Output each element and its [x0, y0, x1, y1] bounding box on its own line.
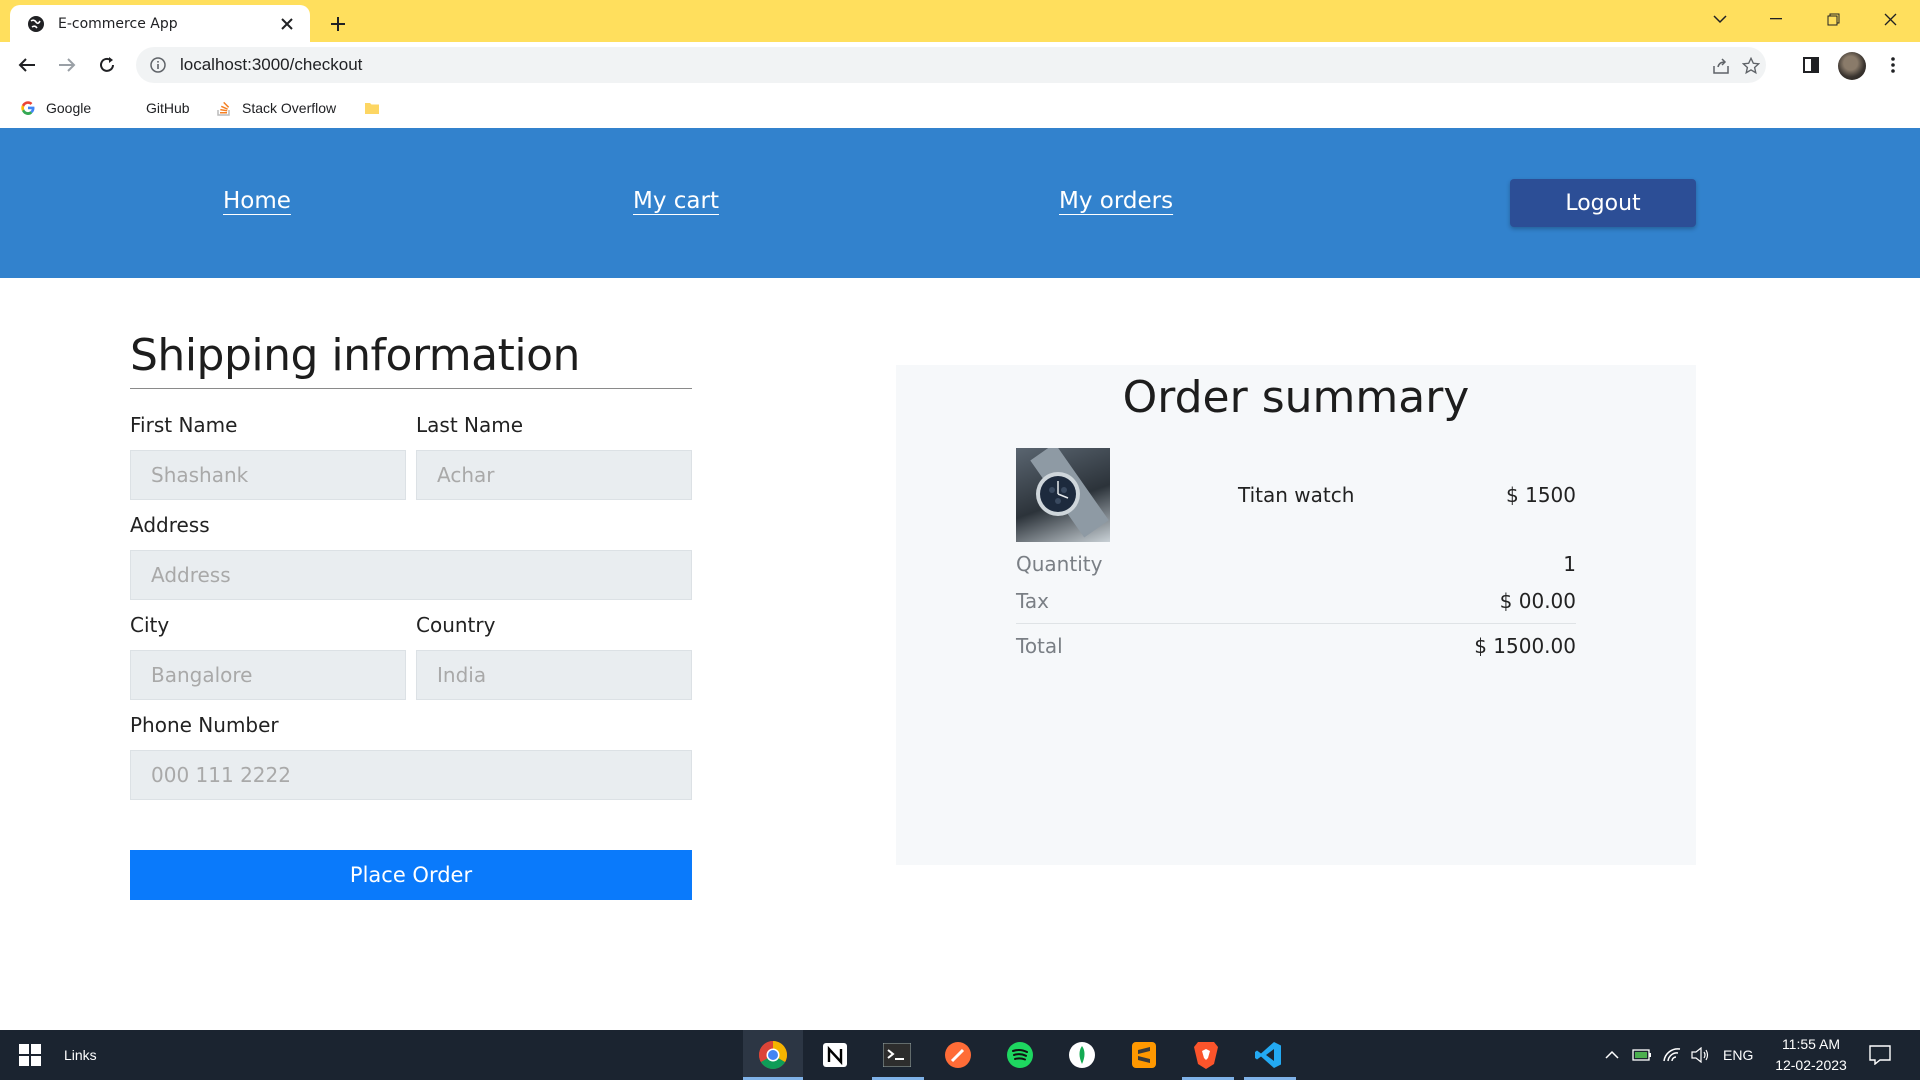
- nav-orders-link[interactable]: My orders: [1059, 188, 1173, 214]
- mongodb-compass-icon[interactable]: [1064, 1037, 1100, 1073]
- close-tab-icon[interactable]: [276, 13, 298, 35]
- globe-icon: [26, 14, 46, 34]
- terminal-icon[interactable]: [879, 1037, 915, 1073]
- bookmarks-bar: Google GitHub Stack Overflow: [0, 88, 1920, 128]
- postman-icon[interactable]: [940, 1037, 976, 1073]
- bookmark-star-icon[interactable]: [1740, 55, 1762, 77]
- bookmark-github[interactable]: GitHub: [120, 96, 190, 120]
- site-info-icon[interactable]: [148, 55, 168, 75]
- product-image: [1016, 448, 1110, 542]
- brave-icon[interactable]: [1188, 1037, 1224, 1073]
- summary-divider: [1016, 623, 1576, 624]
- side-panel-icon[interactable]: [1796, 50, 1826, 80]
- total-label: Total: [1016, 634, 1063, 658]
- stackoverflow-icon: [216, 100, 232, 116]
- taskbar: Links ENG 11:55 AM 12-02-2023: [0, 1030, 1920, 1080]
- vscode-icon[interactable]: [1250, 1037, 1286, 1073]
- windows-start-icon[interactable]: [12, 1037, 48, 1073]
- browser-tab[interactable]: E-commerce App: [10, 5, 310, 42]
- nav-home-link[interactable]: Home: [223, 188, 291, 214]
- place-order-button[interactable]: Place Order: [130, 850, 692, 900]
- github-icon: [120, 100, 136, 116]
- item-price: $ 1500: [1506, 483, 1576, 507]
- back-icon[interactable]: [12, 50, 42, 80]
- last-name-label: Last Name: [416, 413, 524, 437]
- new-tab-icon[interactable]: [324, 10, 352, 38]
- bookmark-folder[interactable]: [364, 96, 390, 120]
- language-indicator[interactable]: ENG: [1723, 1047, 1753, 1063]
- tab-title: E-commerce App: [58, 15, 178, 32]
- bookmark-stackoverflow[interactable]: Stack Overflow: [216, 96, 336, 120]
- address-label: Address: [130, 513, 210, 537]
- bookmark-google[interactable]: Google: [20, 96, 91, 120]
- watch-icon: [1030, 448, 1109, 538]
- item-name: Titan watch: [1238, 483, 1355, 507]
- url-text: localhost:3000/checkout: [180, 55, 363, 74]
- country-input[interactable]: [416, 650, 692, 700]
- first-name-label: First Name: [130, 413, 238, 437]
- quantity-value: 1: [1563, 552, 1576, 576]
- address-input[interactable]: [130, 550, 692, 600]
- folder-icon: [364, 100, 380, 116]
- spotify-icon[interactable]: [1002, 1037, 1038, 1073]
- city-input[interactable]: [130, 650, 406, 700]
- minimize-icon[interactable]: [1748, 0, 1804, 38]
- more-menu-icon[interactable]: [1878, 50, 1908, 80]
- close-window-icon[interactable]: [1862, 0, 1918, 38]
- shipping-title: Shipping information: [130, 330, 580, 381]
- tax-value: $ 00.00: [1499, 589, 1576, 613]
- order-summary-panel: Order summary: [896, 365, 1696, 865]
- clock-date[interactable]: 12-02-2023: [1770, 1057, 1852, 1073]
- phone-label: Phone Number: [130, 713, 279, 737]
- notion-icon[interactable]: [817, 1037, 853, 1073]
- links-toolbar[interactable]: Links: [64, 1047, 97, 1063]
- nav-cart-link[interactable]: My cart: [633, 188, 719, 214]
- address-bar[interactable]: localhost:3000/checkout: [136, 47, 1766, 83]
- chrome-icon[interactable]: [755, 1037, 791, 1073]
- last-name-input[interactable]: [416, 450, 692, 500]
- divider: [130, 388, 692, 389]
- browser-toolbar: localhost:3000/checkout: [0, 42, 1920, 88]
- app-navbar: Home My cart My orders Logout: [0, 128, 1920, 278]
- total-value: $ 1500.00: [1474, 634, 1576, 658]
- forward-icon[interactable]: [52, 50, 82, 80]
- logout-button[interactable]: Logout: [1510, 179, 1696, 227]
- google-icon: [20, 100, 36, 116]
- tab-search-icon[interactable]: [1692, 0, 1748, 38]
- sublime-text-icon[interactable]: [1126, 1037, 1162, 1073]
- tax-label: Tax: [1016, 589, 1049, 613]
- share-icon[interactable]: [1710, 55, 1732, 77]
- first-name-input[interactable]: [130, 450, 406, 500]
- quantity-label: Quantity: [1016, 552, 1103, 576]
- reload-icon[interactable]: [92, 50, 122, 80]
- city-label: City: [130, 613, 170, 637]
- bookmark-github-label: GitHub: [146, 100, 190, 116]
- clock-time[interactable]: 11:55 AM: [1776, 1036, 1846, 1052]
- bookmark-google-label: Google: [46, 100, 92, 116]
- profile-avatar[interactable]: [1838, 52, 1866, 80]
- restore-icon[interactable]: [1805, 0, 1861, 38]
- bookmark-stackoverflow-label: Stack Overflow: [242, 100, 337, 116]
- notification-icon[interactable]: [1862, 1037, 1898, 1073]
- browser-tab-strip: E-commerce App: [0, 0, 1920, 42]
- volume-icon[interactable]: [1682, 1037, 1718, 1073]
- order-summary-title: Order summary: [1122, 372, 1470, 423]
- country-label: Country: [416, 613, 496, 637]
- phone-input[interactable]: [130, 750, 692, 800]
